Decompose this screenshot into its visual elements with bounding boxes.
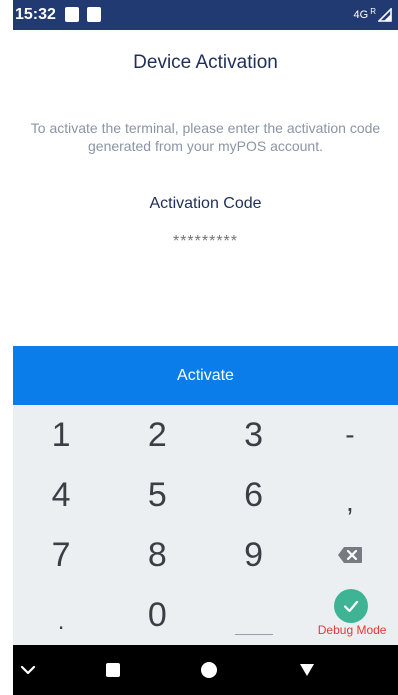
chevron-down-icon xyxy=(20,665,36,675)
status-bar: 15:32 4G R xyxy=(13,0,398,30)
key-3[interactable]: 3 xyxy=(206,405,302,465)
key-8[interactable]: 8 xyxy=(109,525,205,585)
key-6[interactable]: 6 xyxy=(206,465,302,525)
key-9[interactable]: 9 xyxy=(206,525,302,585)
notification-icon xyxy=(87,7,101,22)
activation-code-input[interactable] xyxy=(113,230,298,254)
key-0[interactable]: 0 xyxy=(109,585,205,645)
activation-instructions: To activate the terminal, please enter t… xyxy=(30,120,381,154)
navigation-bar xyxy=(13,645,398,695)
backspace-icon xyxy=(337,547,362,563)
page-title: Device Activation xyxy=(133,52,278,73)
key-7[interactable]: 7 xyxy=(13,525,109,585)
debug-mode-button[interactable] xyxy=(333,589,368,623)
key-minus[interactable]: - xyxy=(302,405,398,465)
key-dot[interactable]: . xyxy=(13,585,109,645)
activation-code-label: Activation Code xyxy=(149,195,262,212)
nav-recents-button[interactable] xyxy=(101,645,125,695)
key-5[interactable]: 5 xyxy=(109,465,205,525)
key-comma[interactable]: , xyxy=(302,465,398,525)
status-indicators: 4G R xyxy=(354,7,392,23)
network-type: 4G xyxy=(353,9,369,21)
key-4[interactable]: 4 xyxy=(13,465,109,525)
checkmark-icon xyxy=(343,600,358,613)
key-underscore[interactable] xyxy=(206,585,302,645)
key-2[interactable]: 2 xyxy=(109,405,205,465)
nav-collapse-button[interactable] xyxy=(13,645,43,695)
roaming-indicator: R xyxy=(370,7,376,16)
circle-icon xyxy=(201,662,217,678)
square-icon xyxy=(106,663,120,677)
triangle-icon xyxy=(300,664,314,676)
notification-icon xyxy=(65,7,79,22)
underscore-bar xyxy=(234,633,273,635)
debug-cell: Debug Mode xyxy=(302,585,398,645)
nav-home-button[interactable] xyxy=(197,645,221,695)
signal-icon xyxy=(378,8,392,22)
backspace-key[interactable] xyxy=(302,525,398,585)
status-time: 15:32 xyxy=(15,6,56,23)
activate-button-label: Activate xyxy=(177,366,234,384)
debug-mode-label: Debug Mode xyxy=(317,623,387,637)
activate-button[interactable]: Activate xyxy=(13,346,398,405)
key-1[interactable]: 1 xyxy=(13,405,109,465)
numeric-keypad: 1 2 3 - 4 5 6 , 7 8 9 . 0 Debug Mode xyxy=(13,405,398,645)
nav-back-button[interactable] xyxy=(295,645,319,695)
